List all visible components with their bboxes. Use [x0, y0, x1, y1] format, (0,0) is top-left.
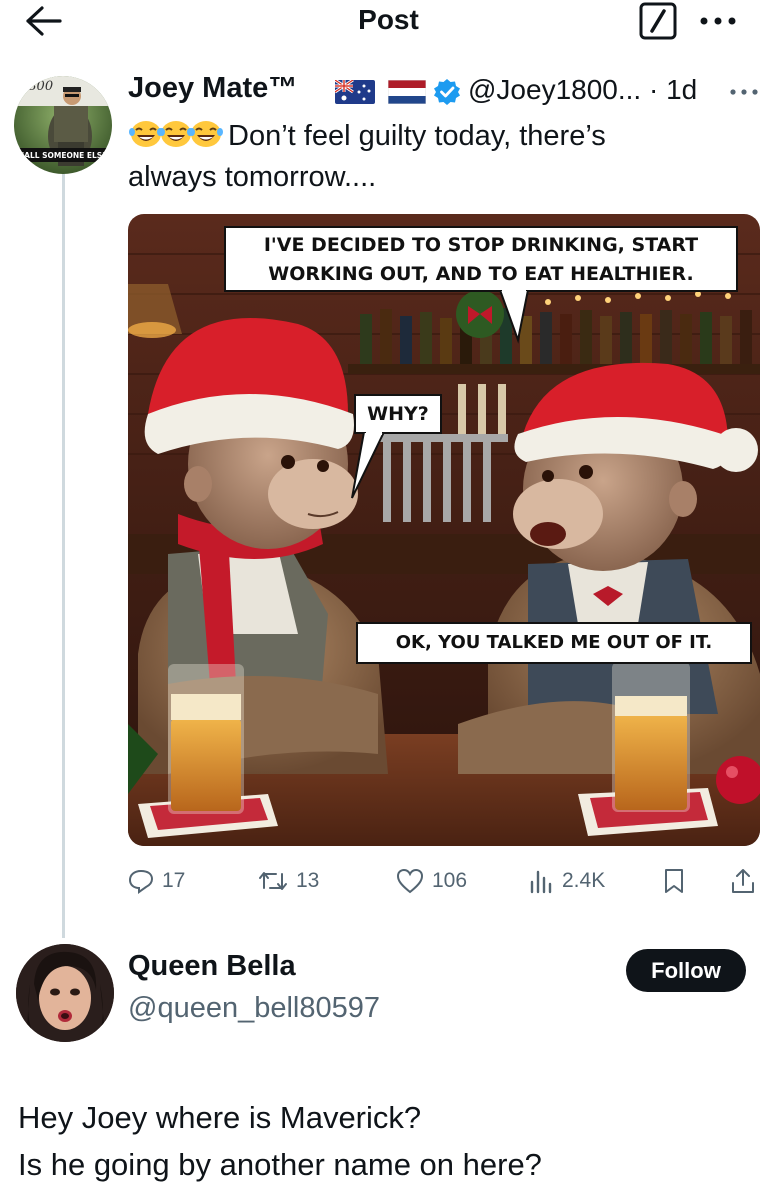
repost-count: 13 [296, 869, 320, 892]
reply-author-handle[interactable]: @queen_bell80597 [128, 992, 380, 1025]
australia-flag-icon [334, 78, 375, 104]
author-name[interactable]: Joey Mate™ [128, 72, 297, 105]
reply-body: Hey Joey where is Maverick? Is he going … [18, 1094, 758, 1188]
author-handle-timestamp[interactable]: @Joey1800... · 1d [468, 74, 697, 106]
follow-button[interactable]: Follow [626, 949, 746, 992]
views-count: 2.4K [562, 869, 606, 892]
post-text-line-2: always tomorrow.... [128, 161, 377, 193]
bookmark-button[interactable] [662, 864, 694, 898]
verified-badge-icon [433, 78, 461, 106]
reply-author-name[interactable]: Queen Bella [128, 950, 296, 983]
post-text-line-1: Don’t feel guilty today, there’s [228, 120, 606, 152]
like-count: 106 [432, 869, 468, 892]
repost-icon [259, 872, 287, 890]
caption-top-line-1: I've decided to stop drinking, start [263, 234, 699, 256]
caption-bottom: Ok, you talked me out of it. [356, 622, 752, 664]
reply-icon [128, 869, 154, 894]
reply-author-avatar[interactable] [16, 944, 114, 1042]
laughing-emoji-icon [189, 121, 223, 147]
reply-text-line-1: Hey Joey where is Maverick? [18, 1100, 422, 1135]
share-icon [732, 869, 754, 893]
caption-mid-tail [351, 432, 386, 499]
share-button[interactable] [730, 864, 764, 898]
reply-count: 17 [162, 869, 186, 892]
reply-button[interactable]: 17 [128, 864, 185, 898]
reply-text-line-2: Is he going by another name on here? [18, 1147, 542, 1182]
post-body: Don’t feel guilty today, there’s always … [128, 116, 758, 198]
like-button[interactable]: 106 [396, 864, 467, 898]
post-media-image[interactable]: I've decided to stop drinking, start wor… [128, 214, 760, 846]
caption-top-tail [498, 290, 530, 344]
post-header: Joey Mate™ @Joey1800... · 1d [128, 72, 768, 112]
post-more-icon[interactable] [728, 72, 762, 113]
caption-top-line-2: working out, and to eat healthier. [268, 263, 694, 285]
meme-illustration [128, 214, 760, 846]
heart-icon [396, 868, 424, 894]
views-button[interactable]: 2.4K [528, 864, 605, 898]
caption-mid: Why? [354, 394, 442, 434]
compose-icon[interactable] [639, 2, 677, 40]
author-avatar[interactable]: 1800 CALL SOMEONE ELSE [14, 76, 112, 174]
post-actions-bar: 17 13 106 2.4K [128, 864, 760, 898]
top-bar: Post [0, 0, 777, 44]
bookmark-icon [665, 869, 683, 893]
avatar-top-text: 1800 [20, 79, 53, 94]
repost-button[interactable]: 13 [258, 864, 319, 898]
avatar-badge-text: CALL SOMEONE ELSE [19, 151, 108, 160]
emoji-group [128, 116, 223, 157]
analytics-icon [530, 870, 552, 894]
more-icon[interactable] [698, 2, 738, 48]
thread-connector-line [62, 172, 65, 938]
caption-top: I've decided to stop drinking, start wor… [224, 226, 738, 292]
netherlands-flag-icon [387, 79, 427, 105]
